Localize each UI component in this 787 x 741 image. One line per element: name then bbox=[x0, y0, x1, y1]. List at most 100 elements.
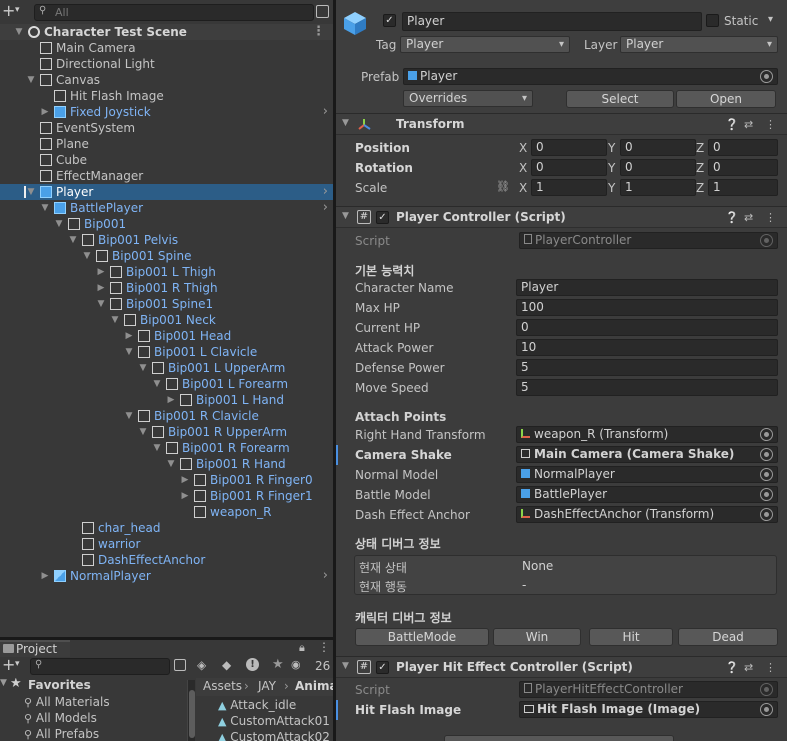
open-button[interactable]: Open bbox=[676, 90, 776, 108]
component-enabled-checkbox[interactable]: ✓ bbox=[376, 661, 389, 674]
hierarchy-row[interactable]: ▼ Bip001 Spine1 bbox=[0, 296, 333, 312]
scene-search-icon[interactable] bbox=[316, 5, 329, 18]
expanded-arrow-icon[interactable]: ▼ bbox=[152, 376, 162, 392]
hierarchy-row[interactable]: ▶ Bip001 R Finger0 bbox=[0, 472, 333, 488]
search-by-type-icon[interactable] bbox=[174, 659, 186, 671]
hierarchy-row[interactable]: ▶ Bip001 Head bbox=[0, 328, 333, 344]
stat-field[interactable]: Player bbox=[516, 279, 778, 296]
component-enabled-checkbox[interactable]: ✓ bbox=[376, 211, 389, 224]
collapsed-arrow-icon[interactable]: ▶ bbox=[166, 392, 176, 408]
overrides-dropdown[interactable]: Overrides bbox=[403, 90, 533, 107]
hierarchy-row[interactable]: warrior bbox=[0, 536, 333, 552]
attach-field[interactable]: BattlePlayer bbox=[516, 486, 778, 503]
breadcrumb-assets[interactable]: Assets bbox=[203, 679, 242, 693]
chevron-right-icon[interactable]: › bbox=[323, 104, 328, 120]
transform-y-field[interactable]: 0 bbox=[620, 159, 696, 176]
help-icon[interactable]: ❔ bbox=[725, 661, 739, 674]
object-picker-icon[interactable] bbox=[760, 488, 773, 501]
presets-icon[interactable]: ⇄ bbox=[744, 118, 753, 131]
constrain-proportions-icon[interactable]: ⛓︎ bbox=[496, 180, 510, 193]
player-controller-header[interactable]: ▼ # ✓ Player Controller (Script) ❔ ⇄ ⋮ bbox=[336, 206, 787, 228]
transform-z-field[interactable]: 0 bbox=[708, 159, 778, 176]
asset-item[interactable]: ▲ Attack_idle bbox=[218, 698, 296, 714]
presets-icon[interactable]: ⇄ bbox=[744, 661, 753, 674]
object-picker-icon[interactable] bbox=[760, 70, 773, 83]
hierarchy-row[interactable]: ▼ Bip001 R UpperArm bbox=[0, 424, 333, 440]
stat-field[interactable]: 10 bbox=[516, 339, 778, 356]
asset-item[interactable]: ▲ CustomAttack02 bbox=[218, 730, 330, 741]
more-options-icon[interactable]: ⋮ bbox=[765, 661, 776, 674]
chevron-right-icon[interactable]: › bbox=[323, 200, 328, 216]
hierarchy-row[interactable]: ▼ Player › bbox=[0, 184, 333, 200]
more-options-icon[interactable]: ⋮ bbox=[312, 24, 325, 40]
select-button[interactable]: Select bbox=[566, 90, 674, 108]
add-component-button[interactable] bbox=[444, 735, 674, 741]
expanded-arrow-icon[interactable]: ▼ bbox=[166, 456, 176, 472]
transform-header[interactable]: ▼ Transform ❔ ⇄ ⋮ bbox=[336, 113, 787, 135]
dropdown-arrow-icon[interactable]: ▾ bbox=[15, 659, 20, 669]
favorite-item[interactable]: ⚲ All Models bbox=[24, 711, 97, 727]
label-icon[interactable]: ◆ bbox=[222, 658, 231, 672]
stat-field[interactable]: 0 bbox=[516, 319, 778, 336]
static-checkbox[interactable] bbox=[706, 14, 719, 27]
favorite-star-icon[interactable]: ★ bbox=[272, 657, 284, 672]
layer-dropdown[interactable]: Player bbox=[620, 36, 778, 53]
collapsed-arrow-icon[interactable]: ▶ bbox=[40, 104, 50, 120]
hierarchy-row[interactable]: ▼ Bip001 R Clavicle bbox=[0, 408, 333, 424]
expanded-arrow-icon[interactable]: ▼ bbox=[124, 408, 134, 424]
static-dropdown-icon[interactable]: ▾ bbox=[768, 14, 773, 25]
hit-flash-image-field[interactable]: Hit Flash Image (Image) bbox=[519, 701, 778, 718]
filter-type-icon[interactable]: ◈ bbox=[197, 658, 206, 672]
collapsed-arrow-icon[interactable]: ▶ bbox=[180, 472, 190, 488]
lock-icon[interactable]: 🔒︎ bbox=[299, 641, 305, 655]
scrollbar-thumb[interactable] bbox=[189, 690, 195, 738]
dead-button[interactable]: Dead bbox=[678, 628, 778, 646]
breadcrumb-folder[interactable]: Anima bbox=[295, 679, 333, 693]
expanded-arrow-icon[interactable]: ▼ bbox=[26, 72, 36, 88]
object-name-field[interactable]: Player bbox=[402, 12, 702, 31]
collapsed-arrow-icon[interactable]: ▶ bbox=[96, 280, 106, 296]
expanded-arrow-icon[interactable]: ▼ bbox=[26, 184, 36, 200]
attach-field[interactable]: DashEffectAnchor (Transform) bbox=[516, 506, 778, 523]
hierarchy-row[interactable]: EventSystem bbox=[0, 120, 333, 136]
hierarchy-row[interactable]: ▶ Bip001 L Hand bbox=[0, 392, 333, 408]
hierarchy-row[interactable]: ▼ Canvas bbox=[0, 72, 333, 88]
stat-field[interactable]: 100 bbox=[516, 299, 778, 316]
attach-field[interactable]: Main Camera (Camera Shake) bbox=[516, 446, 778, 463]
add-icon[interactable]: + bbox=[2, 1, 15, 20]
hierarchy-row[interactable]: ▶ NormalPlayer › bbox=[0, 568, 333, 584]
help-icon[interactable]: ❔ bbox=[725, 118, 739, 131]
object-picker-icon[interactable] bbox=[760, 508, 773, 521]
favorite-item[interactable]: ⚲ All Prefabs bbox=[24, 727, 99, 741]
expanded-arrow-icon[interactable]: ▼ bbox=[68, 232, 78, 248]
battlemode-button[interactable]: BattleMode bbox=[355, 628, 489, 646]
transform-y-field[interactable]: 0 bbox=[620, 139, 696, 156]
attach-field[interactable]: NormalPlayer bbox=[516, 466, 778, 483]
hierarchy-row[interactable]: Plane bbox=[0, 136, 333, 152]
object-picker-icon[interactable] bbox=[760, 428, 773, 441]
expanded-arrow-icon[interactable]: ▼ bbox=[96, 296, 106, 312]
hierarchy-row[interactable]: DashEffectAnchor bbox=[0, 552, 333, 568]
collapse-arrow-icon[interactable]: ▼ bbox=[342, 211, 349, 221]
hierarchy-row[interactable]: ▼ Bip001 L Clavicle bbox=[0, 344, 333, 360]
chevron-right-icon[interactable]: › bbox=[323, 184, 328, 200]
hit-effect-header[interactable]: ▼ # ✓ Player Hit Effect Controller (Scri… bbox=[336, 656, 787, 678]
breadcrumb-folder[interactable]: JAY bbox=[258, 679, 276, 693]
project-search-input[interactable]: ⚲ bbox=[30, 658, 170, 675]
add-icon[interactable]: + bbox=[2, 655, 15, 674]
warning-filter-icon[interactable]: ! bbox=[246, 658, 259, 671]
collapse-arrow-icon[interactable]: ▼ bbox=[342, 661, 349, 671]
attach-field[interactable]: weapon_R (Transform) bbox=[516, 426, 778, 443]
hierarchy-row[interactable]: ▼ Bip001 Pelvis bbox=[0, 232, 333, 248]
expand-arrow-icon[interactable]: ▼ bbox=[0, 678, 7, 688]
transform-z-field[interactable]: 1 bbox=[708, 179, 778, 196]
expanded-arrow-icon[interactable]: ▼ bbox=[14, 24, 24, 40]
expanded-arrow-icon[interactable]: ▼ bbox=[138, 360, 148, 376]
transform-x-field[interactable]: 0 bbox=[531, 139, 607, 156]
active-checkbox[interactable]: ✓ bbox=[383, 14, 396, 27]
expanded-arrow-icon[interactable]: ▼ bbox=[82, 248, 92, 264]
eye-icon[interactable]: ◉ bbox=[291, 658, 301, 671]
expanded-arrow-icon[interactable]: ▼ bbox=[40, 200, 50, 216]
hierarchy-row[interactable]: ▼ Bip001 L UpperArm bbox=[0, 360, 333, 376]
hit-button[interactable]: Hit bbox=[589, 628, 673, 646]
